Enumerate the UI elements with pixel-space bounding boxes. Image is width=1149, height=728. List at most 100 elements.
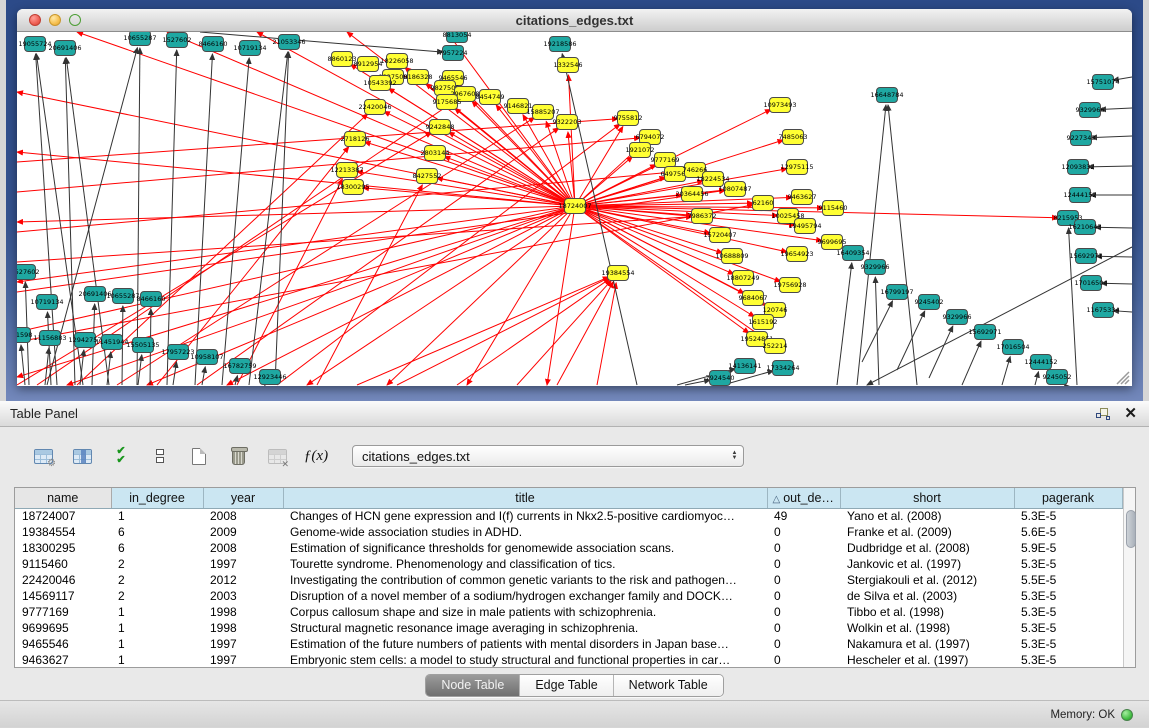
column-header-pagerank[interactable]: pagerank — [1014, 488, 1122, 508]
graph-node[interactable]: 9329966 — [943, 310, 972, 325]
graph-node-selected[interactable]: 2803144 — [421, 146, 450, 161]
column-header-name[interactable]: name — [15, 488, 111, 508]
graph-node[interactable]: 1527602 — [163, 33, 192, 48]
citation-edge[interactable] — [1035, 372, 1038, 385]
table-row[interactable]: 977716911998Corpus callosum shape and si… — [15, 604, 1122, 620]
graph-node-selected[interactable]: 8454749 — [476, 90, 505, 105]
table-selector-dropdown[interactable]: citations_edges.txt ▲▼ — [352, 445, 744, 467]
graph-node-selected[interactable]: 9684067 — [739, 291, 768, 306]
graph-node[interactable]: 331598 — [17, 328, 32, 343]
graph-node-selected[interactable]: 2718126 — [341, 132, 370, 147]
graph-node[interactable]: 12444152 — [1024, 355, 1057, 370]
citation-edge-selected[interactable] — [557, 282, 613, 385]
graph-node-selected[interactable]: 1615192 — [749, 315, 778, 330]
table-row[interactable]: 1830029562008Estimation of significance … — [15, 540, 1122, 556]
citation-edge[interactable] — [962, 341, 981, 385]
graph-node-selected[interactable]: 19756928 — [773, 278, 806, 293]
graph-node[interactable]: 10719134 — [30, 295, 63, 310]
graph-node-selected[interactable]: 8912954 — [354, 57, 383, 72]
import-table-icon[interactable]: ✕ — [264, 444, 290, 468]
citation-edge[interactable] — [1091, 136, 1132, 138]
graph-node[interactable]: 17334264 — [766, 361, 799, 376]
citation-edge[interactable] — [897, 311, 925, 370]
column-header-out_de[interactable]: △out_de… — [767, 488, 840, 508]
citation-edge[interactable] — [837, 263, 852, 385]
citation-edge-selected[interactable] — [307, 206, 575, 385]
graph-node[interactable]: 17016504 — [1074, 276, 1107, 291]
graph-node-selected[interactable]: 8186328 — [404, 70, 433, 85]
citation-edge-selected[interactable] — [357, 172, 575, 206]
graph-node[interactable]: 9329966 — [1076, 103, 1105, 118]
tab-network-table[interactable]: Network Table — [614, 675, 723, 696]
graph-node[interactable]: 8813054 — [443, 32, 472, 43]
citation-edge[interactable] — [1088, 166, 1132, 167]
column-header-year[interactable]: year — [203, 488, 283, 508]
citation-edge[interactable] — [47, 312, 51, 385]
graph-node[interactable]: 7957224 — [439, 46, 468, 61]
graph-node[interactable]: 20691406 — [48, 41, 81, 56]
table-row[interactable]: 2242004622012Investigating the contribut… — [15, 572, 1122, 588]
graph-node-selected[interactable]: 252214 — [763, 339, 788, 354]
graph-node-selected[interactable]: 9115460 — [819, 201, 848, 216]
graph-node[interactable]: 10655287 — [123, 32, 156, 46]
graph-node[interactable]: 9245052 — [1043, 370, 1072, 385]
graph-node[interactable]: 12923446 — [253, 370, 286, 385]
citation-edge-selected[interactable] — [547, 206, 575, 385]
citation-edge[interactable] — [562, 54, 637, 385]
delete-table-icon[interactable] — [225, 444, 251, 468]
graph-node[interactable]: 16648784 — [870, 88, 903, 103]
citation-edge-selected[interactable] — [17, 119, 618, 162]
graph-node-selected[interactable]: 18226058 — [380, 54, 413, 69]
resize-grip-icon[interactable] — [1125, 380, 1129, 384]
graph-node-selected[interactable]: 20364456 — [675, 187, 708, 202]
citation-edge-selected[interactable] — [467, 206, 575, 385]
citation-edge[interactable] — [867, 247, 1132, 385]
graph-node[interactable]: 15751074 — [1086, 75, 1119, 90]
minimize-window-button[interactable] — [49, 14, 61, 26]
graph-node[interactable]: 1527602 — [17, 265, 39, 280]
graph-node[interactable]: 7924540 — [706, 371, 735, 386]
citation-edge[interactable] — [195, 54, 212, 385]
graph-node-selected[interactable]: 7485063 — [779, 130, 808, 145]
table-vertical-scrollbar[interactable] — [1123, 488, 1136, 667]
graph-node[interactable]: 19055724 — [18, 37, 51, 52]
network-window-titlebar[interactable]: citations_edges.txt — [17, 9, 1132, 32]
graph-node[interactable]: 21053346 — [272, 35, 305, 50]
graph-node-selected[interactable]: 8427552 — [413, 169, 442, 184]
citation-edge[interactable] — [222, 58, 249, 385]
graph-node-selected[interactable]: 9322203 — [553, 115, 582, 130]
graph-node-selected[interactable]: 9175685 — [433, 95, 462, 110]
merge-rows-icon[interactable] — [147, 444, 173, 468]
graph-node[interactable]: 14136141 — [728, 359, 761, 374]
function-builder-icon[interactable]: ƒ(x) — [303, 444, 329, 468]
graph-node[interactable]: 16799197 — [880, 285, 913, 300]
citation-edge[interactable] — [137, 48, 140, 385]
citation-edge[interactable] — [862, 301, 893, 362]
citation-edge[interactable] — [21, 345, 25, 385]
citation-edge[interactable] — [1002, 357, 1010, 385]
graph-node-selected[interactable]: 19654923 — [780, 247, 813, 262]
graph-node[interactable]: 9227343 — [1067, 131, 1096, 146]
graph-node[interactable]: 12444152 — [1063, 188, 1096, 203]
citation-edge-selected[interactable] — [387, 206, 575, 385]
graph-node[interactable]: 15692971 — [968, 325, 1001, 340]
graph-node-selected[interactable]: 9777169 — [651, 153, 680, 168]
citation-edge-selected[interactable] — [197, 128, 559, 385]
citation-edge[interactable] — [929, 326, 953, 378]
graph-node[interactable]: 15505135 — [126, 338, 159, 353]
graph-node[interactable]: 17016504 — [996, 340, 1029, 355]
column-header-in_degree[interactable]: in_degree — [111, 488, 203, 508]
column-header-short[interactable]: short — [840, 488, 1014, 508]
graph-node[interactable]: 9329966 — [861, 260, 890, 275]
citation-edge-selected[interactable] — [317, 185, 422, 385]
graph-node[interactable]: 10719134 — [233, 41, 266, 56]
graph-node[interactable]: 8466160 — [137, 292, 166, 307]
table-row[interactable]: 946554611997Estimation of the future num… — [15, 636, 1122, 652]
zoom-window-button[interactable] — [69, 14, 81, 26]
graph-node[interactable]: 9245402 — [915, 295, 944, 310]
graph-node-selected[interactable]: 8860123 — [328, 52, 357, 67]
network-canvas[interactable]: 1905572420691406 10655287 1527602 8466160 10… — [17, 32, 1132, 386]
graph-node-selected[interactable]: 9463627 — [788, 190, 817, 205]
graph-node-selected[interactable]: 62160 — [753, 196, 774, 211]
graph-node[interactable]: 10958107 — [190, 350, 223, 365]
